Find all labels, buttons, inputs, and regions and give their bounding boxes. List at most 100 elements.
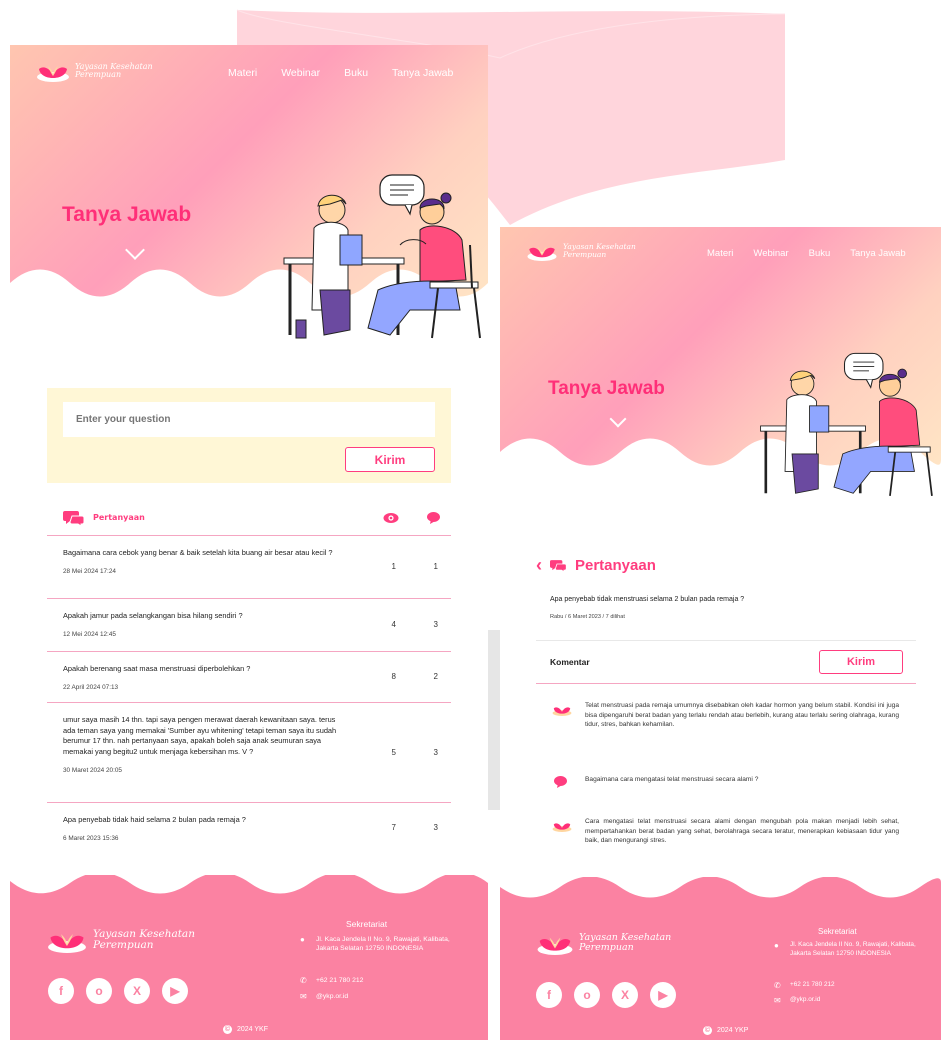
hero-title: Tanya Jawab <box>62 203 192 226</box>
chat-bubbles-icon <box>550 560 567 573</box>
footer-wave <box>10 869 488 894</box>
footer-brand-logo[interactable]: Yayasan Kesehatan Perempuan <box>46 927 195 953</box>
email-line[interactable]: ✉ @ykp.or.id <box>300 992 348 1001</box>
answer-comment: Telat menstruasi pada remaja umumnya dis… <box>585 702 899 729</box>
row-date: 30 Maret 2024 20:05 <box>63 766 122 774</box>
send-comment-button[interactable]: Kirim <box>819 650 903 674</box>
question-comment: Bagaimana cara mengatasi telat menstruas… <box>585 776 759 783</box>
row-question: umur saya masih 14 thn. tapi saya pengen… <box>63 715 337 757</box>
facebook-icon[interactable]: f <box>536 982 562 1008</box>
address-line: ● Jl. Kaca Jendela II No. 9, Rawajati, Ka… <box>774 941 916 957</box>
copyright-icon: © <box>223 1025 232 1034</box>
nav-webinar[interactable]: Webinar <box>753 248 788 259</box>
hero-title: Tanya Jawab <box>548 378 665 399</box>
email-line[interactable]: ✉ @ykp.or.id <box>774 996 820 1005</box>
row-views: 7 <box>391 823 396 833</box>
lotus-logo-icon <box>527 246 557 261</box>
nav-tanya-jawab[interactable]: Tanya Jawab <box>850 248 905 259</box>
row-comments: 3 <box>433 823 438 833</box>
consultation-illustration <box>283 174 481 339</box>
brand-name: Yayasan Kesehatan Perempuan <box>75 61 153 79</box>
location-pin-icon: ● <box>774 941 779 950</box>
detail-question: Apa penyebab tidak menstruasi selama 2 b… <box>550 596 745 603</box>
site-footer: Yayasan Kesehatan Perempuan f o X ▶ Sekre… <box>10 869 488 1040</box>
row-date: 12 Mei 2024 12:45 <box>63 630 116 638</box>
table-row[interactable]: Apakah berenang saat masa menstruasi dip… <box>47 652 451 703</box>
row-views: 5 <box>391 747 396 757</box>
copyright: © 2024 YKF <box>223 1025 269 1034</box>
send-question-button[interactable]: Kirim <box>345 447 435 472</box>
footer-brand-logo[interactable]: Yayasan Kesehatan Perempuan <box>536 931 671 955</box>
x-icon[interactable]: X <box>124 978 150 1004</box>
youtube-icon[interactable]: ▶ <box>650 982 676 1008</box>
mail-icon: ✉ <box>774 996 781 1005</box>
row-date: 6 Maret 2023 15:36 <box>63 834 119 842</box>
brand-name: Yayasan Kesehatan Perempuan <box>563 242 636 259</box>
nav-webinar[interactable]: Webinar <box>281 67 320 79</box>
divider <box>536 640 916 641</box>
instagram-icon[interactable]: o <box>574 982 600 1008</box>
row-date: 28 Mei 2024 17:24 <box>63 567 116 575</box>
row-date: 22 April 2024 07:13 <box>63 683 119 691</box>
list-page: Yayasan Kesehatan Perempuan Materi Webina… <box>10 45 488 1040</box>
question-table: Pertanyaan Bagaimana cara cebok yang ben… <box>47 500 451 853</box>
mail-icon: ✉ <box>300 992 307 1001</box>
divider <box>536 683 916 684</box>
hero-banner: Yayasan Kesehatan Perempuan Materi Webina… <box>10 45 488 345</box>
phone-icon: ✆ <box>300 976 307 985</box>
lotus-logo-icon <box>48 934 86 953</box>
table-header: Pertanyaan <box>47 500 451 536</box>
question-form: Kirim <box>47 388 451 483</box>
copyright: © 2024 YKP <box>703 1026 749 1035</box>
nav-buku[interactable]: Buku <box>809 248 831 259</box>
phone-line[interactable]: ✆ +62 21 780 212 <box>774 981 835 990</box>
youtube-icon[interactable]: ▶ <box>162 978 188 1004</box>
detail-title-label: Pertanyaan <box>575 557 656 574</box>
consultation-illustration <box>760 352 933 496</box>
facebook-icon[interactable]: f <box>48 978 74 1004</box>
nav-materi[interactable]: Materi <box>228 67 257 79</box>
chat-bubbles-icon <box>63 510 85 527</box>
question-input[interactable] <box>63 402 435 437</box>
detail-meta: Rabu / 6 Maret 2023 / 7 dilihat <box>550 614 625 620</box>
detail-title: ‹ Pertanyaan <box>536 555 656 576</box>
address-line: ● Jl. Kaca Jendela II No. 9, Rawajati, Ka… <box>300 935 450 953</box>
table-row[interactable]: umur saya masih 14 thn. tapi saya pengen… <box>47 703 451 803</box>
answer-comment: Cara mengatasi telat menstruasi secara a… <box>585 818 899 845</box>
phone-line[interactable]: ✆ +62 21 780 212 <box>300 976 363 985</box>
main-nav: Materi Webinar Buku Tanya Jawab <box>228 67 453 79</box>
secretariat-title: Sekretariat <box>818 927 857 936</box>
row-views: 4 <box>391 620 396 630</box>
table-row[interactable]: Bagaimana cara cebok yang benar & baik s… <box>47 536 451 599</box>
lotus-logo-icon <box>552 707 572 716</box>
lotus-logo-icon <box>537 937 573 955</box>
phone-icon: ✆ <box>774 981 781 990</box>
x-icon[interactable]: X <box>612 982 638 1008</box>
footer-wave <box>500 873 941 898</box>
nav-buku[interactable]: Buku <box>344 67 368 79</box>
instagram-icon[interactable]: o <box>86 978 112 1004</box>
location-pin-icon: ● <box>300 935 305 944</box>
brand-logo[interactable]: Yayasan Kesehatan Perempuan <box>526 241 636 261</box>
row-comments: 3 <box>433 747 438 757</box>
row-views: 8 <box>391 672 396 682</box>
row-comments: 3 <box>433 620 438 630</box>
social-links: f o X ▶ <box>48 978 188 1004</box>
main-nav: Materi Webinar Buku Tanya Jawab <box>707 248 906 259</box>
back-chevron-icon[interactable]: ‹ <box>536 555 542 576</box>
footer-brand-name: Yayasan Kesehatan Perempuan <box>579 932 672 953</box>
nav-materi[interactable]: Materi <box>707 248 733 259</box>
lotus-logo-icon <box>552 823 572 832</box>
row-comments: 2 <box>433 672 438 682</box>
table-row[interactable]: Apa penyebab tidak haid selama 2 bulan p… <box>47 803 451 853</box>
row-question: Apakah berenang saat masa menstruasi dip… <box>63 664 251 673</box>
eye-icon <box>383 513 399 523</box>
nav-tanya-jawab[interactable]: Tanya Jawab <box>392 67 453 79</box>
copyright-icon: © <box>703 1026 712 1035</box>
table-row[interactable]: Apakah jamur pada selangkangan bisa hila… <box>47 599 451 652</box>
footer-brand-name: Yayasan Kesehatan Perempuan <box>93 927 195 951</box>
hero-banner: Yayasan Kesehatan Perempuan Materi Webina… <box>500 227 941 502</box>
table-header-label: Pertanyaan <box>93 513 145 522</box>
secretariat-title: Sekretariat <box>346 919 388 929</box>
brand-logo[interactable]: Yayasan Kesehatan Perempuan <box>36 60 153 82</box>
